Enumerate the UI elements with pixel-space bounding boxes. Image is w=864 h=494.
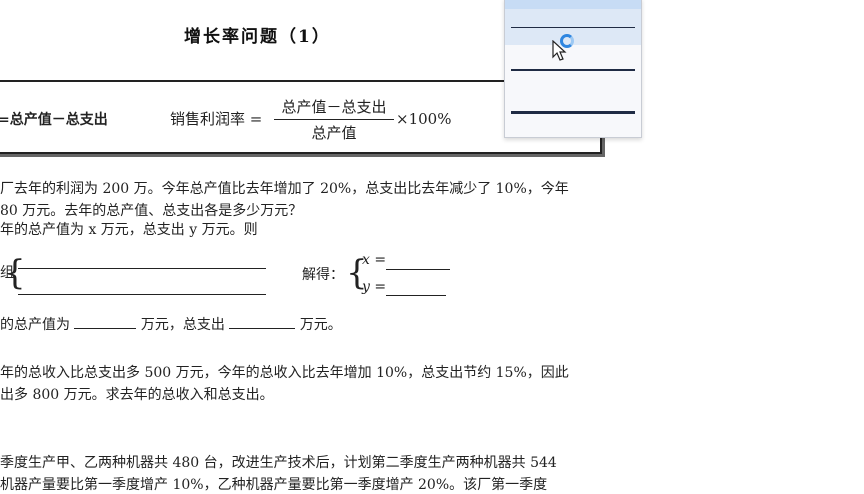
equation-blank-2[interactable] (18, 294, 266, 295)
busy-spinner-icon (560, 34, 574, 48)
profit-rate-label: 销售利润率 = (170, 110, 263, 128)
y-equals: y = (362, 279, 387, 295)
line-style-dropdown (504, 0, 642, 138)
problem3-line1: 季度生产甲、乙两种机器共 480 台，改进生产技术后，计划第二季度生产两种机器共… (0, 455, 557, 471)
problem3-line2: 机器产量要比第一季度增产 10%，乙种机器产量要比第一季度增产 20%。该厂第一… (0, 477, 548, 493)
y-answer-blank[interactable] (386, 295, 446, 296)
problem2-line1: 年的总收入比总支出多 500 万元，今年的总收入比去年增加 10%，总支出节约 … (0, 365, 569, 381)
problem1-line2: 80 万元。去年的总产值、总支出各是多少万元？ (0, 203, 303, 219)
fraction-denominator: 总产值 (311, 124, 357, 142)
medium-line-swatch (511, 69, 635, 71)
problem2-line2: 出多 800 万元。求去年的总收入和总支出。 (0, 387, 274, 403)
problem1-line1: 厂去年的利润为 200 万。今年总产值比去年增加了 20%，总支出比去年减少了 … (0, 181, 569, 197)
thick-line-swatch (511, 111, 635, 114)
document-page: 增长率问题（1） =总产值－总支出 销售利润率 = 总产值－总支出 总产值 ×1… (0, 0, 864, 493)
answer-blank-expense[interactable] (229, 314, 296, 329)
fraction: 总产值－总支出 总产值 (274, 96, 394, 143)
answer-line: 的总产值为 万元，总支出 万元。 (0, 314, 342, 334)
problem1-line3: 年的总产值为 x 万元，总支出 y 万元。则 (0, 222, 258, 238)
line-option-medium[interactable] (505, 53, 641, 89)
x-answer-blank[interactable] (386, 269, 450, 270)
line-option-thick[interactable] (505, 95, 641, 131)
left-brace: { (4, 253, 26, 293)
fraction-numerator: 总产值－总支出 (274, 96, 394, 120)
answer-suffix: 万元。 (299, 317, 342, 333)
thin-line-swatch (511, 27, 635, 28)
answer-blank-output[interactable] (74, 314, 137, 329)
times-hundred-percent: ×100% (396, 110, 452, 128)
answer-middle: 万元，总支出 (140, 317, 225, 333)
profit-formula: =总产值－总支出 (0, 112, 108, 128)
equation-blank-1[interactable] (18, 268, 266, 269)
x-equals: x = (362, 252, 387, 268)
solve-label: 解得： (302, 267, 344, 283)
answer-prefix: 的总产值为 (0, 317, 70, 333)
page-title: 增长率问题（1） (184, 27, 331, 47)
